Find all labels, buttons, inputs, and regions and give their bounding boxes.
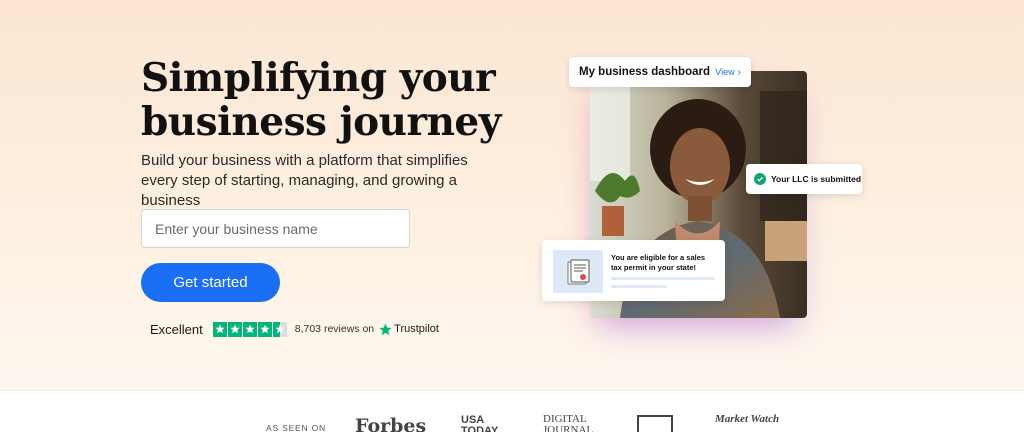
hero-section: Simplifying your business journey Build … <box>0 0 1024 390</box>
get-started-button[interactable]: Get started <box>141 263 280 302</box>
llc-status-text: Your LLC is submitted <box>771 174 862 184</box>
rating-stars <box>212 321 287 337</box>
check-circle-icon <box>754 173 766 185</box>
trustpilot-logo: Trustpilot <box>379 323 439 336</box>
rating-label: Excellent <box>150 321 203 337</box>
half-star-icon <box>272 321 287 337</box>
trustpilot-star-icon <box>379 323 392 335</box>
chevron-right-icon: › <box>737 66 741 78</box>
usa-today-logo: USA TODAY <box>461 414 499 432</box>
tax-permit-text: You are eligible for a sales tax permit … <box>611 253 706 272</box>
as-seen-on-bar: AS SEEN ON Forbes USA TODAY DIGITAL JOUR… <box>0 390 1024 432</box>
star-icon <box>227 321 242 337</box>
dashboard-card-title: My business dashboard <box>579 66 711 78</box>
hero-subtitle: Build your business with a platform that… <box>141 152 468 209</box>
view-label: View <box>715 67 735 77</box>
forbes-logo: Forbes <box>355 415 427 432</box>
star-icon <box>242 321 257 337</box>
marketwatch-logo: Market Watch <box>715 413 780 425</box>
trustpilot-rating[interactable]: Excellent 8,703 reviews on Trustpilot <box>150 320 439 338</box>
dashboard-card[interactable]: My business dashboard View › <box>569 57 751 87</box>
business-name-input[interactable] <box>141 209 410 248</box>
reviews-count: 8,703 reviews on <box>294 323 375 335</box>
certificate-document-icon <box>553 250 603 293</box>
trustpilot-brand: Trustpilot <box>394 323 439 335</box>
placeholder-line <box>611 277 715 280</box>
hero-title: Simplifying your business journey <box>141 55 501 145</box>
as-seen-on-label: AS SEEN ON <box>266 423 326 432</box>
llc-status-card: Your LLC is submitted <box>746 164 862 194</box>
tax-permit-card: You are eligible for a sales tax permit … <box>542 240 725 301</box>
view-dashboard-link[interactable]: View › <box>715 67 741 78</box>
placeholder-line <box>611 285 667 288</box>
star-icon <box>212 321 227 337</box>
media-logo <box>637 415 673 432</box>
star-icon <box>257 321 272 337</box>
digital-journal-logo: DIGITAL JOURNAL <box>543 413 594 432</box>
